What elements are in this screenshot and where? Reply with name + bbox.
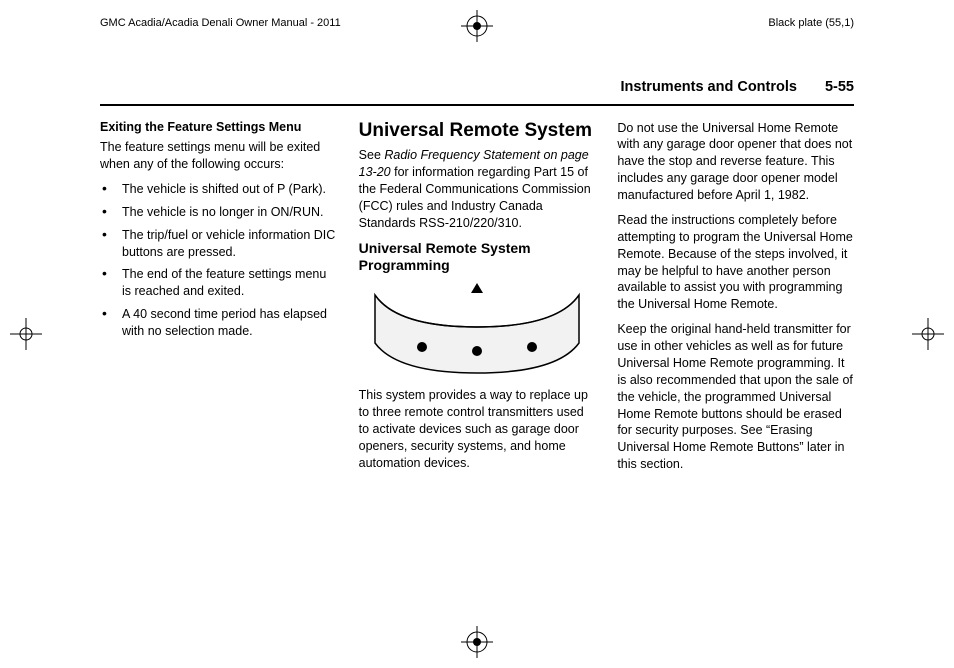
remote-module-icon [367,281,587,377]
exiting-feature-list: The vehicle is shifted out of P (Park). … [100,181,337,340]
list-item: The vehicle is no longer in ON/RUN. [100,204,337,221]
list-item: A 40 second time period has elapsed with… [100,306,337,340]
list-item: The end of the feature settings menu is … [100,266,337,300]
registration-mark-top [461,10,493,42]
crosshair-icon [461,626,493,658]
plate-label: Black plate (55,1) [768,16,854,31]
crosshair-icon [912,318,944,350]
col3-paragraph-3: Keep the original hand-held transmitter … [617,321,854,473]
see-prefix: See [359,148,385,162]
programming-subhead: Universal Remote System Programming [359,240,596,274]
exiting-feature-intro: The feature settings menu will be exited… [100,139,337,173]
registration-mark-left [10,318,42,350]
list-item: The trip/fuel or vehicle information DIC… [100,227,337,261]
see-suffix: for information regarding Part 15 of the… [359,165,591,230]
body-columns: Exiting the Feature Settings Menu The fe… [100,120,854,482]
remote-caption: This system provides a way to replace up… [359,387,596,471]
page-content: Instruments and Controls 5-55 Exiting th… [100,78,854,628]
running-head: Instruments and Controls 5-55 [100,78,854,104]
registration-mark-right [912,318,944,350]
universal-remote-title: Universal Remote System [359,120,596,142]
crosshair-icon [10,318,42,350]
chapter-title: Instruments and Controls [621,78,797,98]
exiting-feature-heading: Exiting the Feature Settings Menu [100,120,337,136]
list-item: The vehicle is shifted out of P (Park). [100,181,337,198]
see-reference-paragraph: See Radio Frequency Statement on page 13… [359,147,596,231]
remote-illustration [359,281,596,377]
registration-mark-bottom [461,626,493,658]
crosshair-icon [461,10,493,42]
manual-title: GMC Acadia/Acadia Denali Owner Manual - … [100,16,341,31]
column-3: Do not use the Universal Home Remote wit… [617,120,854,482]
page-number: 5-55 [825,78,854,98]
column-2: Universal Remote System See Radio Freque… [359,120,596,482]
column-1: Exiting the Feature Settings Menu The fe… [100,120,337,482]
col3-paragraph-2: Read the instructions completely before … [617,212,854,313]
col3-paragraph-1: Do not use the Universal Home Remote wit… [617,120,854,204]
header-rule [100,104,854,106]
